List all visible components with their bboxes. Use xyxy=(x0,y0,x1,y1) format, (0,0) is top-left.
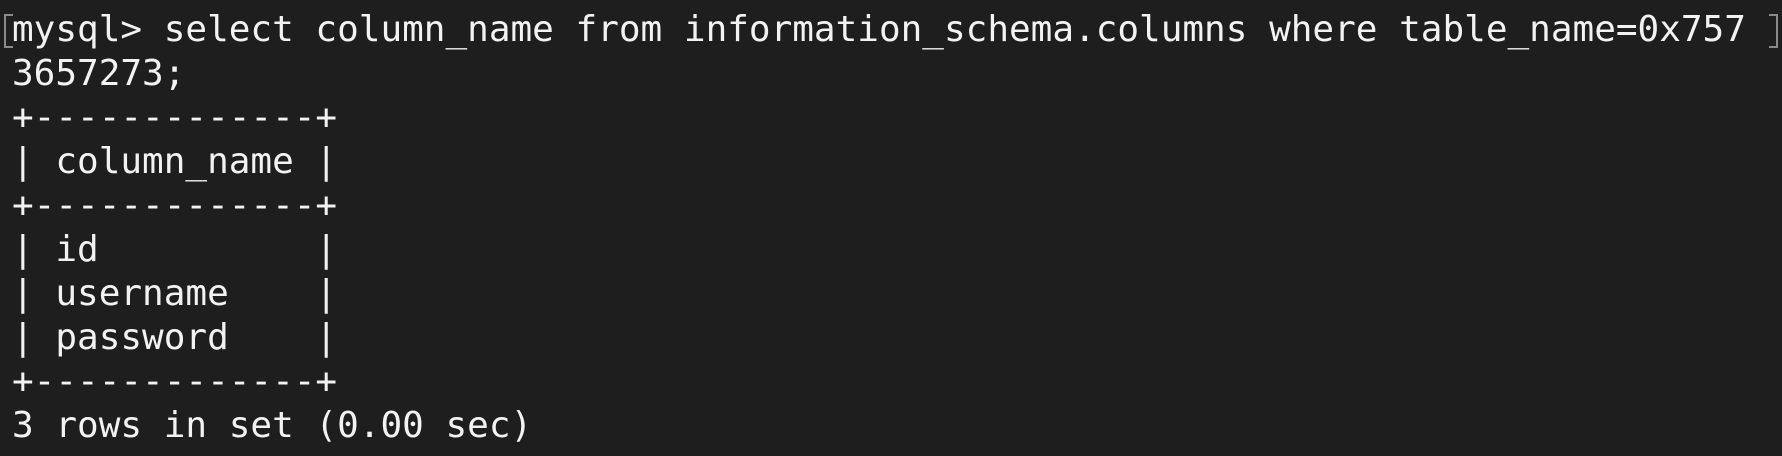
line-start-marker xyxy=(4,14,13,48)
table-header-row: | column_name | xyxy=(12,141,338,182)
line-end-marker xyxy=(1769,14,1778,48)
table-border-middle: +-------------+ xyxy=(12,185,338,226)
command-line-2: 3657273; xyxy=(12,53,186,94)
table-row-id: | id | xyxy=(12,229,338,270)
table-row-username: | username | xyxy=(12,273,338,314)
result-summary: 3 rows in set (0.00 sec) xyxy=(12,405,533,446)
table-border-bottom: +-------------+ xyxy=(12,361,338,402)
terminal-window[interactable]: mysql> select column_name from informati… xyxy=(0,0,1782,456)
table-border-top: +-------------+ xyxy=(12,97,338,138)
command-line-1: mysql> select column_name from informati… xyxy=(12,9,1746,50)
table-row-password: | password | xyxy=(12,317,338,358)
